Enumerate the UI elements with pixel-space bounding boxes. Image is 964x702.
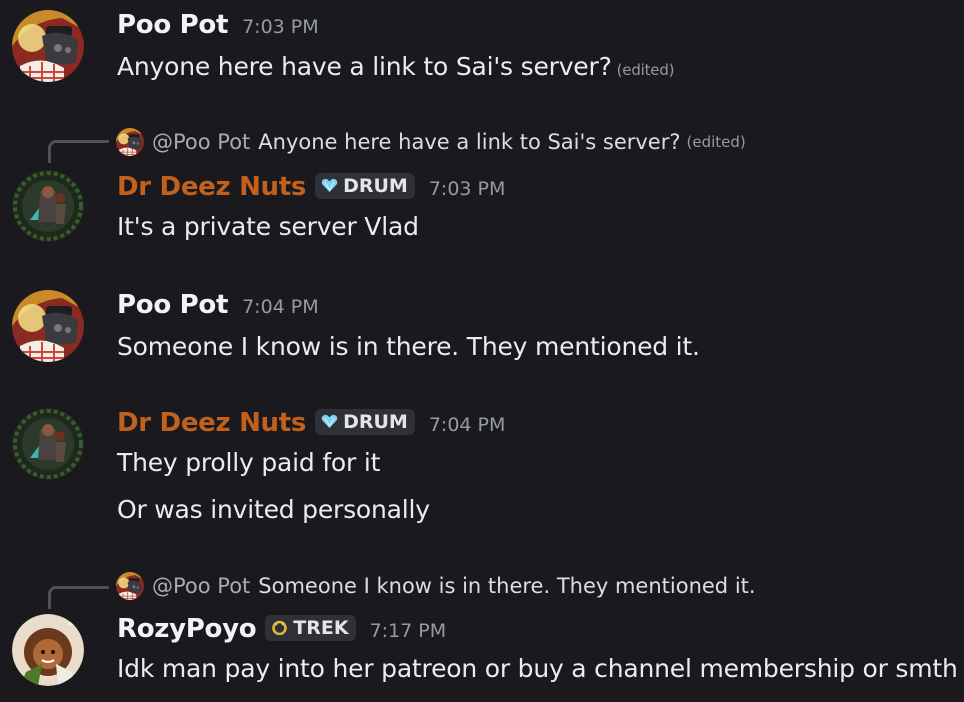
timestamp[interactable]: 7:03 PM — [242, 16, 319, 38]
guild-tag[interactable]: TREK — [265, 614, 356, 641]
message-header: Poo Pot 7:04 PM — [117, 290, 319, 320]
poo-pot-avatar-icon — [116, 128, 144, 156]
poo-pot-avatar-icon — [12, 290, 84, 362]
reply-spine — [48, 140, 109, 163]
avatar[interactable] — [12, 170, 84, 242]
message-line: They prolly paid for it — [117, 448, 381, 477]
message-header: Dr Deez Nuts DRUM 7:03 PM — [117, 172, 505, 202]
message-line: Someone I know is in there. They mention… — [117, 332, 700, 361]
message: @Poo Pot Anyone here have a link to Sai'… — [0, 120, 964, 260]
poo-pot-avatar-icon — [116, 572, 144, 600]
edited-label: (edited) — [616, 61, 675, 79]
avatar[interactable] — [12, 290, 84, 362]
reply-spine — [48, 586, 109, 609]
message-text: Or was invited personally — [117, 495, 430, 524]
timestamp[interactable]: 7:04 PM — [429, 414, 506, 436]
diamond-heart-icon — [321, 414, 338, 428]
message-header: Poo Pot 7:03 PM — [117, 10, 319, 40]
edited-label: (edited) — [686, 133, 746, 151]
reply-reference[interactable]: @Poo Pot Someone I know is in there. The… — [116, 572, 756, 600]
message: Poo Pot 7:03 PM Anyone here have a link … — [0, 0, 964, 100]
reply-avatar — [116, 572, 144, 600]
reply-mention[interactable]: @Poo Pot — [152, 574, 250, 598]
diamond-heart-icon — [321, 178, 338, 192]
message-header: Dr Deez Nuts DRUM 7:04 PM — [117, 408, 505, 438]
reply-text: Someone I know is in there. They mention… — [258, 574, 756, 598]
message: @Poo Pot Someone I know is in there. The… — [0, 562, 964, 702]
guild-tag[interactable]: DRUM — [315, 172, 415, 199]
guild-tag-label: DRUM — [343, 174, 408, 197]
reply-mention[interactable]: @Poo Pot — [152, 130, 250, 154]
gold-ring-icon — [272, 620, 288, 635]
guild-tag-label: DRUM — [343, 410, 408, 433]
dr-deez-nuts-avatar-icon — [12, 408, 84, 480]
timestamp[interactable]: 7:04 PM — [242, 296, 319, 318]
username[interactable]: RozyPoyo — [117, 614, 257, 644]
guild-tag-label: TREK — [293, 616, 349, 639]
guild-tag[interactable]: DRUM — [315, 408, 415, 435]
reply-avatar — [116, 128, 144, 156]
message-text: They prolly paid for it — [117, 448, 380, 477]
message-text: Idk man pay into her patreon or buy a ch… — [117, 654, 958, 683]
message-line: Or was invited personally — [117, 495, 430, 524]
message-text: Anyone here have a link to Sai's server?… — [117, 52, 674, 81]
message-line: Idk man pay into her patreon or buy a ch… — [117, 654, 958, 683]
rozypoyo-avatar-icon — [12, 614, 84, 686]
reply-reference[interactable]: @Poo Pot Anyone here have a link to Sai'… — [116, 128, 746, 156]
username[interactable]: Poo Pot — [117, 290, 228, 320]
avatar[interactable] — [12, 10, 84, 82]
avatar[interactable] — [12, 614, 84, 686]
poo-pot-avatar-icon — [12, 10, 84, 82]
message-header: RozyPoyo TREK 7:17 PM — [117, 614, 446, 644]
message: Poo Pot 7:04 PM Someone I know is in the… — [0, 280, 964, 380]
avatar[interactable] — [12, 408, 84, 480]
username[interactable]: Dr Deez Nuts — [117, 408, 306, 438]
reply-text: Anyone here have a link to Sai's server? — [258, 130, 681, 154]
message-line: Anyone here have a link to Sai's server? — [117, 52, 612, 81]
message-text: Someone I know is in there. They mention… — [117, 332, 700, 361]
username[interactable]: Dr Deez Nuts — [117, 172, 306, 202]
timestamp[interactable]: 7:17 PM — [370, 620, 447, 642]
message-line: It's a private server Vlad — [117, 212, 419, 241]
message: Dr Deez Nuts DRUM 7:04 PM They prolly pa… — [0, 398, 964, 538]
username[interactable]: Poo Pot — [117, 10, 228, 40]
message-text: It's a private server Vlad — [117, 212, 419, 241]
dr-deez-nuts-avatar-icon — [12, 170, 84, 242]
timestamp[interactable]: 7:03 PM — [429, 178, 506, 200]
